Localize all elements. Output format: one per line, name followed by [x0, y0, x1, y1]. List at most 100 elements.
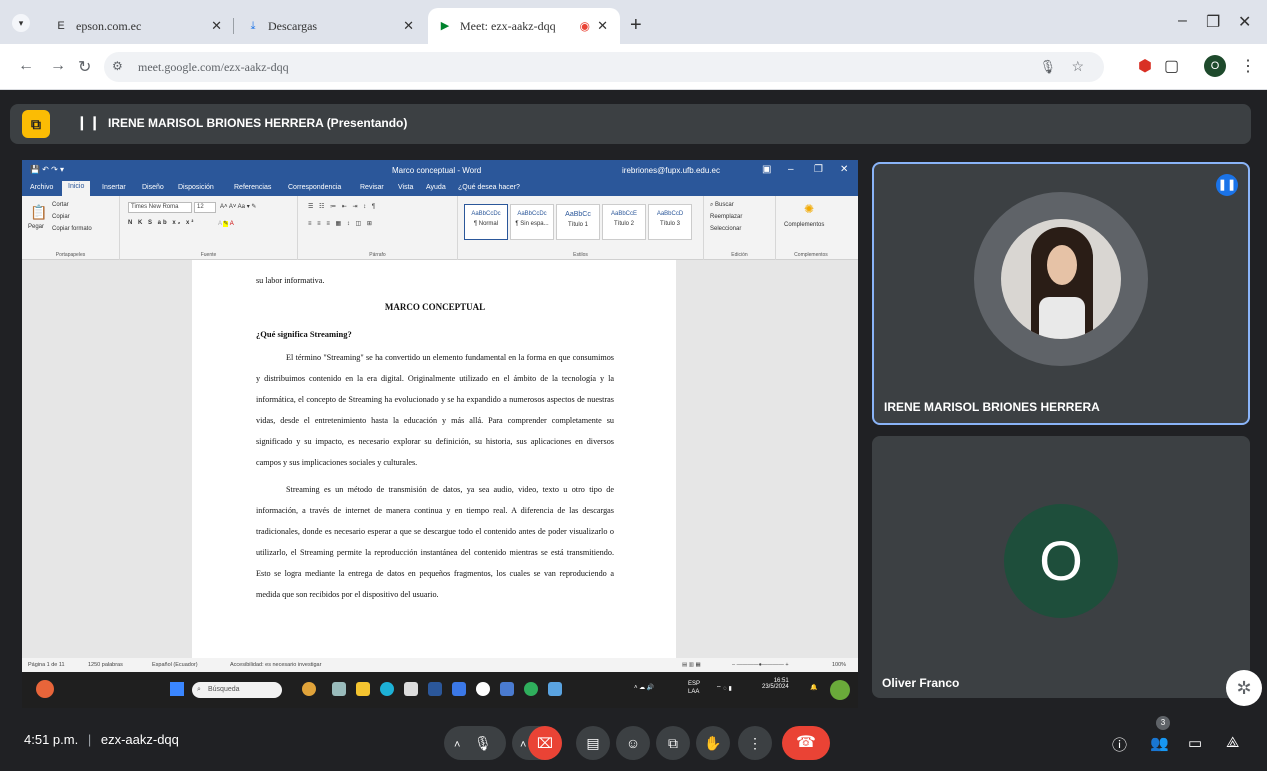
word-minimize-icon[interactable]: –	[788, 164, 794, 175]
word-restore-icon[interactable]: ❐	[814, 164, 823, 175]
select-button[interactable]: Seleccionar	[710, 226, 741, 232]
menu-design[interactable]: Diseño	[142, 184, 164, 191]
file-explorer-icon[interactable]	[356, 682, 370, 696]
menu-view[interactable]: Vista	[398, 184, 413, 191]
tab-downloads[interactable]: ⤓ Descargas ✕	[236, 8, 426, 44]
word-taskbar-icon[interactable]	[428, 682, 442, 696]
paste-icon[interactable]: 📋	[30, 204, 47, 221]
tell-me-box[interactable]: ¿Qué desea hacer?	[458, 184, 520, 191]
tab-meet[interactable]: ▶ Meet: ezx-aakz-dqq ◉ ✕	[428, 8, 620, 44]
view-buttons-icon[interactable]: ▤ ▥ ▦	[682, 662, 701, 668]
close-tab-icon[interactable]: ✕	[211, 18, 222, 34]
menu-review[interactable]: Revisar	[360, 184, 384, 191]
align-buttons-icon[interactable]: ≡ ≡ ≡ ▦ ↕ ◫ ⊞	[308, 220, 374, 227]
weather-icon[interactable]	[36, 680, 54, 698]
raise-hand-button[interactable]: ✋	[696, 726, 730, 760]
app-icon[interactable]	[500, 682, 514, 696]
taskbar-clock[interactable]: 16:51 23/5/2024	[762, 678, 789, 690]
copy-button[interactable]: Copiar	[52, 214, 70, 220]
people-icon[interactable]: 👥	[1150, 734, 1169, 752]
reactions-button[interactable]: ☺	[616, 726, 650, 760]
menu-help[interactable]: Ayuda	[426, 184, 446, 191]
meeting-info-icon[interactable]: ⓘ	[1112, 734, 1127, 755]
quick-access-icons[interactable]: 💾 ↶ ↷ ▾	[30, 165, 64, 174]
chrome-icon[interactable]	[524, 682, 538, 696]
bookmark-star-icon[interactable]: ☆	[1071, 58, 1084, 75]
close-tab-icon[interactable]: ✕	[403, 18, 414, 34]
windows-start-icon[interactable]	[170, 682, 184, 696]
paste-button[interactable]: Pegar	[28, 224, 44, 230]
find-button[interactable]: ⌕ Buscar	[710, 202, 734, 209]
word-status-bar: Página 1 de 11 1250 palabras Español (Ec…	[22, 658, 858, 672]
widget-icon[interactable]	[302, 682, 316, 696]
new-tab-icon[interactable]: +	[630, 14, 642, 37]
site-info-icon[interactable]: ⚙	[112, 59, 123, 73]
microphone-icon[interactable]: 🎙	[1039, 59, 1056, 75]
chat-icon[interactable]: ▭	[1188, 734, 1202, 752]
address-bar[interactable]: ⚙ meet.google.com/ezx-aakz-dqq 🎙 ☆	[104, 52, 1104, 82]
camera-off-icon[interactable]: ⌧	[528, 726, 562, 760]
addins-button[interactable]: Complementos	[784, 222, 824, 228]
stop-presenting-icon[interactable]: ⧉	[22, 110, 50, 138]
menu-file[interactable]: Archivo	[30, 184, 53, 191]
menu-insert[interactable]: Insertar	[102, 184, 126, 191]
format-painter-button[interactable]: Copiar formato	[52, 226, 92, 232]
back-icon[interactable]: ←	[18, 57, 34, 75]
font-name-select[interactable]: Times New Roma	[128, 202, 192, 213]
app-icon[interactable]	[476, 682, 490, 696]
close-window-icon[interactable]: ✕	[1238, 12, 1251, 32]
style-heading-2[interactable]: AaBbCcE Título 2	[602, 204, 646, 240]
tray-icons[interactable]: ˄ ☁ 🔊	[634, 684, 654, 691]
captions-button[interactable]: ▤	[576, 726, 610, 760]
activities-icon[interactable]: ⟁	[1226, 734, 1239, 751]
ribbon-display-icon[interactable]: ▣	[762, 164, 771, 175]
style-heading-1[interactable]: AaBbCc Título 1	[556, 204, 600, 240]
menu-mailings[interactable]: Correspondencia	[288, 184, 341, 191]
gemini-icon[interactable]: ✲	[1226, 670, 1262, 706]
browser-menu-icon[interactable]: ⋮	[1240, 56, 1256, 76]
menu-layout[interactable]: Disposición	[178, 184, 214, 191]
taskbar-search[interactable]: ⌕ Búsqueda	[192, 682, 282, 698]
notification-icon[interactable]: 🔔	[810, 684, 817, 691]
app-icon[interactable]	[452, 682, 466, 696]
zoom-slider[interactable]: – ————●———— +	[732, 662, 789, 668]
reload-icon[interactable]: ↻	[78, 57, 91, 77]
extensions-icon[interactable]: ▢	[1164, 56, 1179, 76]
list-buttons-icon[interactable]: ☰ ☷ ≔ ⇤ ⇥ ↕ ¶	[308, 203, 377, 210]
participant-tile-oliver[interactable]: O Oliver Franco	[872, 436, 1250, 698]
task-view-icon[interactable]	[332, 682, 346, 696]
menu-references[interactable]: Referencias	[234, 184, 271, 191]
restore-icon[interactable]: ❐	[1206, 12, 1220, 32]
format-buttons-icon[interactable]: N K S ab x₂ x²	[128, 220, 195, 226]
copilot-icon[interactable]	[830, 680, 850, 700]
microphone-button[interactable]: ˄ 🎙	[444, 726, 506, 760]
leave-call-button[interactable]: ☎	[782, 726, 830, 760]
more-options-button[interactable]: ⋮	[738, 726, 772, 760]
participant-tile-irene[interactable]: ❚❚ IRENE MARISOL BRIONES HERRERA	[872, 162, 1250, 425]
tab-epson[interactable]: E epson.com.ec ✕	[44, 8, 234, 44]
edge-icon[interactable]	[380, 682, 394, 696]
font-size-select[interactable]: 12	[194, 202, 216, 213]
style-heading-3[interactable]: AaBbCcD Título 3	[648, 204, 692, 240]
profile-avatar[interactable]: O	[1204, 55, 1226, 77]
close-tab-icon[interactable]: ✕	[597, 18, 608, 34]
app-icon[interactable]	[548, 682, 562, 696]
style-no-spacing[interactable]: AaBbCcDc ¶ Sin espa...	[510, 204, 554, 240]
font-size-controls-icon[interactable]: A˄ A˅ Aa ▾ ✎	[220, 203, 256, 210]
forward-icon[interactable]: →	[50, 57, 66, 75]
highlight-color-icon[interactable]: A ✎ A	[218, 220, 234, 227]
present-button[interactable]: ⧉	[656, 726, 690, 760]
cut-button[interactable]: Cortar	[52, 202, 69, 208]
keyboard-language[interactable]: ESP LAA	[688, 680, 710, 696]
presenter-label: IRENE MARISOL BRIONES HERRERA (Presentan…	[108, 116, 408, 130]
brave-shield-icon[interactable]: ⬢	[1138, 56, 1152, 76]
document-page[interactable]: su labor informativa. MARCO CONCEPTUAL ¿…	[192, 260, 676, 658]
store-icon[interactable]	[404, 682, 418, 696]
replace-button[interactable]: Reemplazar	[710, 214, 742, 220]
minimize-icon[interactable]: –	[1178, 12, 1187, 30]
word-close-icon[interactable]: ✕	[840, 164, 848, 175]
style-normal[interactable]: AaBbCcDc ¶ Normal	[464, 204, 508, 240]
network-icons[interactable]: ⌔ ◌ ▮	[716, 684, 732, 692]
tab-search-icon[interactable]: ▾	[12, 14, 30, 32]
menu-home[interactable]: Inicio	[62, 181, 91, 196]
